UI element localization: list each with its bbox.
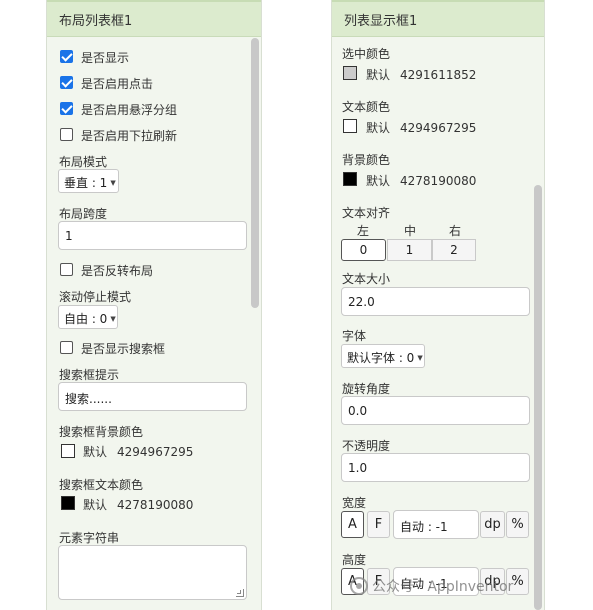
layout-mode-value: 垂直 : 1 [64, 176, 108, 190]
align-right-header: 右 [449, 224, 462, 238]
layout-mode-select[interactable]: 垂直 : 1 ▼ [58, 169, 119, 193]
left-properties-panel: 布局列表框1 是否显示 是否启用点击 是否启用悬浮分组 是否启用下拉刷新 布局模… [46, 0, 262, 610]
watermark: 公众号 · AppInventor [350, 576, 550, 598]
width-percent-button[interactable]: % [506, 511, 529, 538]
rotation-label: 旋转角度 [342, 382, 391, 396]
chevron-down-icon: ▼ [417, 354, 423, 362]
font-select[interactable]: 默认字体 : 0 ▼ [341, 344, 425, 368]
search-bg-color-number: 4294967295 [117, 445, 194, 459]
layout-span-input[interactable]: 1 [58, 221, 247, 250]
selected-color-name: 默认 [366, 68, 391, 82]
rotation-input[interactable]: 0.0 [341, 396, 530, 425]
layout-mode-label: 布局模式 [59, 155, 108, 169]
text-size-label: 文本大小 [342, 272, 391, 286]
left-panel-scrollbar[interactable] [251, 38, 259, 308]
search-text-color-name: 默认 [83, 498, 108, 512]
selected-color-value[interactable]: 默认 4291611852 [366, 66, 476, 83]
opacity-label: 不透明度 [342, 439, 391, 453]
show-search-label: 是否显示搜索框 [81, 342, 166, 356]
search-text-color-label: 搜索框文本颜色 [59, 478, 144, 492]
float-group-checkbox[interactable] [60, 102, 73, 115]
watermark-text: 公众号 · AppInventor [372, 579, 514, 595]
enable-click-label: 是否启用点击 [81, 77, 154, 91]
text-color-label: 文本颜色 [342, 100, 391, 114]
text-color-number: 4294967295 [400, 121, 477, 135]
chevron-down-icon: ▼ [110, 315, 116, 323]
element-string-label: 元素字符串 [59, 531, 120, 545]
search-text-color-value[interactable]: 默认 4278190080 [83, 496, 193, 513]
search-text-color-swatch[interactable] [61, 496, 75, 510]
scroll-stop-select[interactable]: 自由 : 0 ▼ [58, 305, 118, 329]
show-label: 是否显示 [81, 51, 130, 65]
text-size-input[interactable]: 22.0 [341, 287, 530, 316]
show-checkbox[interactable] [60, 50, 73, 63]
selected-color-label: 选中颜色 [342, 47, 391, 61]
right-properties-panel: 列表显示框1 选中颜色 默认 4291611852 文本颜色 默认 42949672… [331, 0, 545, 610]
left-panel-title: 布局列表框1 [47, 0, 261, 37]
scroll-stop-value: 自由 : 0 [64, 312, 108, 326]
search-bg-color-value[interactable]: 默认 4294967295 [83, 443, 193, 460]
font-value: 默认字体 : 0 [347, 351, 415, 365]
align-left-header: 左 [357, 224, 370, 238]
resize-grip-icon[interactable] [236, 589, 244, 597]
align-center-button[interactable]: 1 [387, 239, 432, 261]
pull-refresh-checkbox[interactable] [60, 128, 73, 141]
background-color-label: 背景颜色 [342, 153, 391, 167]
width-dp-button[interactable]: dp [480, 511, 505, 538]
font-label: 字体 [342, 329, 367, 343]
width-value-input[interactable]: 自动 : -1 [393, 510, 479, 539]
width-label: 宽度 [342, 496, 367, 510]
height-label: 高度 [342, 553, 367, 567]
search-bg-color-name: 默认 [83, 445, 108, 459]
background-color-number: 4278190080 [400, 174, 477, 188]
text-color-value[interactable]: 默认 4294967295 [366, 119, 476, 136]
show-search-checkbox[interactable] [60, 341, 73, 354]
background-color-value[interactable]: 默认 4278190080 [366, 172, 476, 189]
search-bg-color-swatch[interactable] [61, 444, 75, 458]
align-right-button[interactable]: 2 [432, 239, 476, 261]
reverse-layout-label: 是否反转布局 [81, 264, 154, 278]
right-panel-title: 列表显示框1 [332, 0, 544, 37]
enable-click-checkbox[interactable] [60, 76, 73, 89]
align-left-button[interactable]: 0 [341, 239, 386, 261]
pull-refresh-label: 是否启用下拉刷新 [81, 129, 178, 143]
width-auto-button[interactable]: A [341, 511, 364, 538]
width-fill-button[interactable]: F [367, 511, 390, 538]
opacity-input[interactable]: 1.0 [341, 453, 530, 482]
chevron-down-icon: ▼ [110, 179, 116, 187]
search-hint-input[interactable]: 搜索...... [58, 382, 247, 411]
text-color-swatch[interactable] [343, 119, 357, 133]
selected-color-number: 4291611852 [400, 68, 477, 82]
scroll-stop-label: 滚动停止模式 [59, 290, 132, 304]
align-center-header: 中 [404, 224, 417, 238]
background-color-name: 默认 [366, 174, 391, 188]
selected-color-swatch[interactable] [343, 66, 357, 80]
wechat-logo-icon [350, 577, 368, 595]
search-text-color-number: 4278190080 [117, 498, 194, 512]
text-color-name: 默认 [366, 121, 391, 135]
search-bg-color-label: 搜索框背景颜色 [59, 425, 144, 439]
search-hint-label: 搜索框提示 [59, 368, 120, 382]
text-align-label: 文本对齐 [342, 206, 391, 220]
reverse-layout-checkbox[interactable] [60, 263, 73, 276]
right-panel-scrollbar[interactable] [534, 185, 542, 610]
float-group-label: 是否启用悬浮分组 [81, 103, 178, 117]
element-string-textarea[interactable] [58, 545, 247, 600]
background-color-swatch[interactable] [343, 172, 357, 186]
layout-span-label: 布局跨度 [59, 207, 108, 221]
